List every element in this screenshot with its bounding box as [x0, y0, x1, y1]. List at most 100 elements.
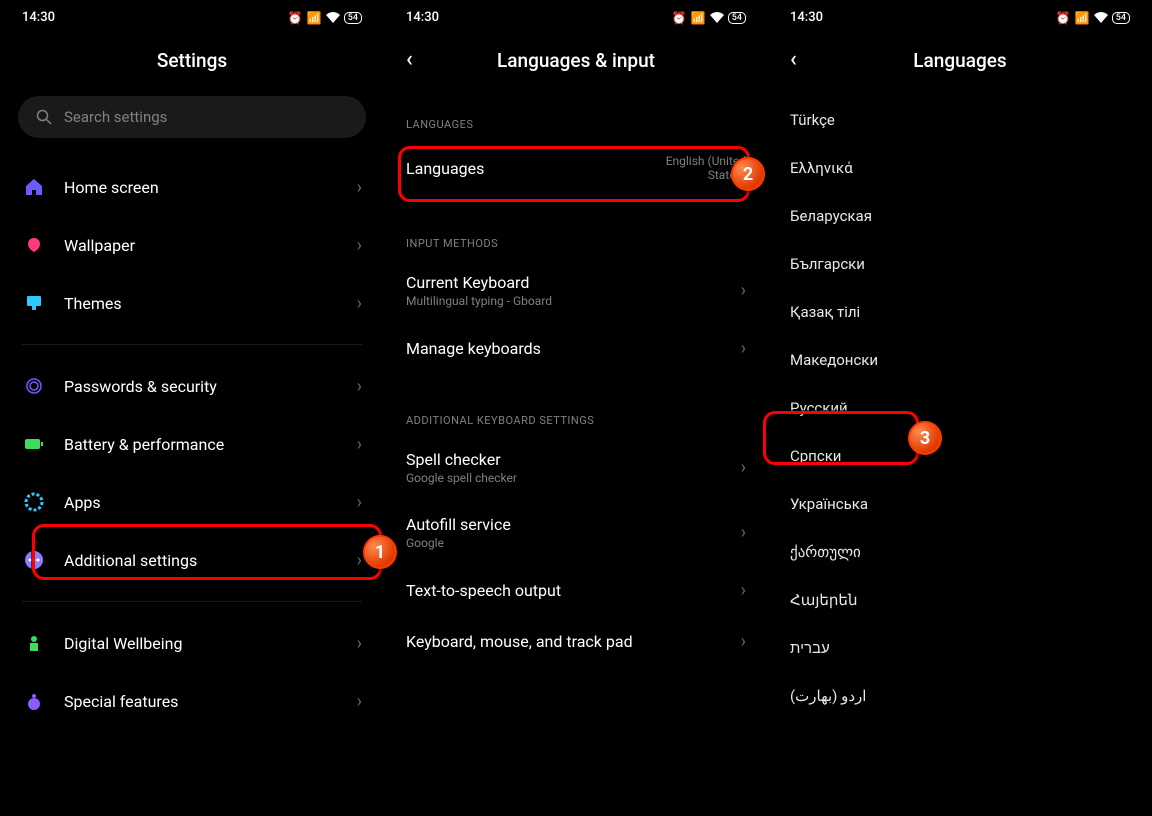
search-placeholder: Search settings	[64, 108, 167, 126]
status-bar: 14:30 ⏰ 📶 54	[0, 0, 384, 31]
chevron-right-icon: ›	[357, 376, 362, 397]
search-icon	[36, 109, 52, 125]
languages-input-pane: 14:30 ⏰ 📶 54 ‹ Languages & input LANGUAG…	[384, 0, 768, 816]
row-sub: Google spell checker	[406, 471, 717, 485]
status-time: 14:30	[790, 10, 823, 25]
row-label: Passwords & security	[64, 377, 333, 396]
row-label: Additional settings	[64, 551, 333, 570]
row-label: Keyboard, mouse, and track pad	[406, 632, 717, 651]
row-themes[interactable]: Themes ›	[0, 274, 384, 332]
row-label: Wallpaper	[64, 236, 333, 255]
divider	[22, 601, 362, 602]
lang-item[interactable]: Македонски	[768, 336, 1152, 384]
chevron-right-icon: ›	[357, 434, 362, 455]
signal-icon: 📶	[307, 11, 322, 25]
wellbeing-icon	[22, 631, 46, 655]
row-autofill-service[interactable]: Autofill service Google ›	[384, 500, 768, 565]
lang-item[interactable]: اردو (بھارت)	[768, 672, 1152, 720]
chevron-right-icon: ›	[357, 235, 362, 256]
fingerprint-icon	[22, 374, 46, 398]
row-label: Battery & performance	[64, 435, 333, 454]
chevron-right-icon: ›	[357, 691, 362, 712]
wifi-icon	[326, 12, 340, 23]
lang-item[interactable]: Українська	[768, 480, 1152, 528]
wifi-icon	[1094, 12, 1108, 23]
divider	[22, 344, 362, 345]
row-home-screen[interactable]: Home screen ›	[0, 158, 384, 216]
chevron-right-icon: ›	[741, 522, 746, 543]
row-current-keyboard[interactable]: Current Keyboard Multilingual typing - G…	[384, 258, 768, 323]
section-languages: LANGUAGES	[384, 96, 768, 139]
row-label: Autofill service	[406, 515, 717, 534]
row-label: Manage keyboards	[406, 339, 717, 358]
home-icon	[22, 175, 46, 199]
row-wallpaper[interactable]: Wallpaper ›	[0, 216, 384, 274]
row-passwords-security[interactable]: Passwords & security ›	[0, 357, 384, 415]
status-bar: 14:30 ⏰ 📶 54	[384, 0, 768, 31]
section-additional: ADDITIONAL KEYBOARD SETTINGS	[384, 374, 768, 435]
chevron-right-icon: ›	[357, 633, 362, 654]
lang-item[interactable]: Türkçe	[768, 96, 1152, 144]
battery-icon: 54	[1112, 12, 1130, 24]
special-icon	[22, 689, 46, 713]
lang-item[interactable]: Ελληνικά	[768, 144, 1152, 192]
page-title: Settings	[0, 31, 384, 96]
back-button[interactable]: ‹	[790, 49, 797, 71]
lang-item[interactable]: Български	[768, 240, 1152, 288]
status-bar: 14:30 ⏰ 📶 54	[768, 0, 1152, 31]
row-special-features[interactable]: Special features ›	[0, 672, 384, 730]
lang-item[interactable]: עברית	[768, 624, 1152, 672]
more-icon	[22, 548, 46, 572]
row-label: Home screen	[64, 178, 333, 197]
row-label: Apps	[64, 493, 333, 512]
row-spell-checker[interactable]: Spell checker Google spell checker ›	[384, 435, 768, 500]
wallpaper-icon	[22, 233, 46, 257]
chevron-right-icon: ›	[741, 457, 746, 478]
chevron-right-icon: ›	[357, 550, 362, 571]
status-icons: ⏰ 📶 54	[1056, 11, 1130, 25]
chevron-right-icon: ›	[357, 177, 362, 198]
alarm-icon: ⏰	[1056, 11, 1071, 25]
lang-item[interactable]: Қазақ тілі	[768, 288, 1152, 336]
lang-item[interactable]: ქართული	[768, 528, 1152, 576]
row-apps[interactable]: Apps ›	[0, 473, 384, 531]
languages-list-pane: 14:30 ⏰ 📶 54 ‹ Languages Türkçe Ελληνικά…	[768, 0, 1152, 816]
back-button[interactable]: ‹	[406, 49, 413, 71]
lang-item[interactable]: Беларуская	[768, 192, 1152, 240]
battery-perf-icon	[22, 432, 46, 456]
apps-icon	[22, 490, 46, 514]
settings-pane: 14:30 ⏰ 📶 54 Settings Search settings Ho…	[0, 0, 384, 816]
alarm-icon: ⏰	[672, 11, 687, 25]
lang-item[interactable]: Српски	[768, 432, 1152, 480]
row-manage-keyboards[interactable]: Manage keyboards ›	[384, 323, 768, 374]
row-value: English (United States)	[626, 154, 746, 182]
row-languages[interactable]: Languages English (United States)	[384, 139, 768, 197]
chevron-right-icon: ›	[741, 280, 746, 301]
lang-item-russian[interactable]: Русский	[768, 384, 1152, 432]
battery-icon: 54	[344, 12, 362, 24]
row-battery-performance[interactable]: Battery & performance ›	[0, 415, 384, 473]
themes-icon	[22, 291, 46, 315]
status-time: 14:30	[22, 10, 55, 25]
row-tts[interactable]: Text-to-speech output ›	[384, 565, 768, 616]
status-time: 14:30	[406, 10, 439, 25]
row-label: Text-to-speech output	[406, 581, 717, 600]
row-sub: Multilingual typing - Gboard	[406, 294, 717, 308]
lang-item[interactable]: Հայերեն	[768, 576, 1152, 624]
chevron-right-icon: ›	[741, 631, 746, 652]
chevron-right-icon: ›	[357, 293, 362, 314]
section-input-methods: INPUT METHODS	[384, 197, 768, 258]
chevron-right-icon: ›	[741, 580, 746, 601]
page-title: ‹ Languages	[768, 31, 1152, 96]
row-sub: Google	[406, 536, 717, 550]
battery-icon: 54	[728, 12, 746, 24]
row-additional-settings[interactable]: Additional settings ›	[0, 531, 384, 589]
row-label: Themes	[64, 294, 333, 313]
row-keyboard-mouse[interactable]: Keyboard, mouse, and track pad ›	[384, 616, 768, 667]
signal-icon: 📶	[1075, 11, 1090, 25]
status-icons: ⏰ 📶 54	[288, 11, 362, 25]
search-input[interactable]: Search settings	[18, 96, 366, 138]
row-digital-wellbeing[interactable]: Digital Wellbeing ›	[0, 614, 384, 672]
row-label: Languages	[406, 159, 608, 178]
page-title: ‹ Languages & input	[384, 31, 768, 96]
